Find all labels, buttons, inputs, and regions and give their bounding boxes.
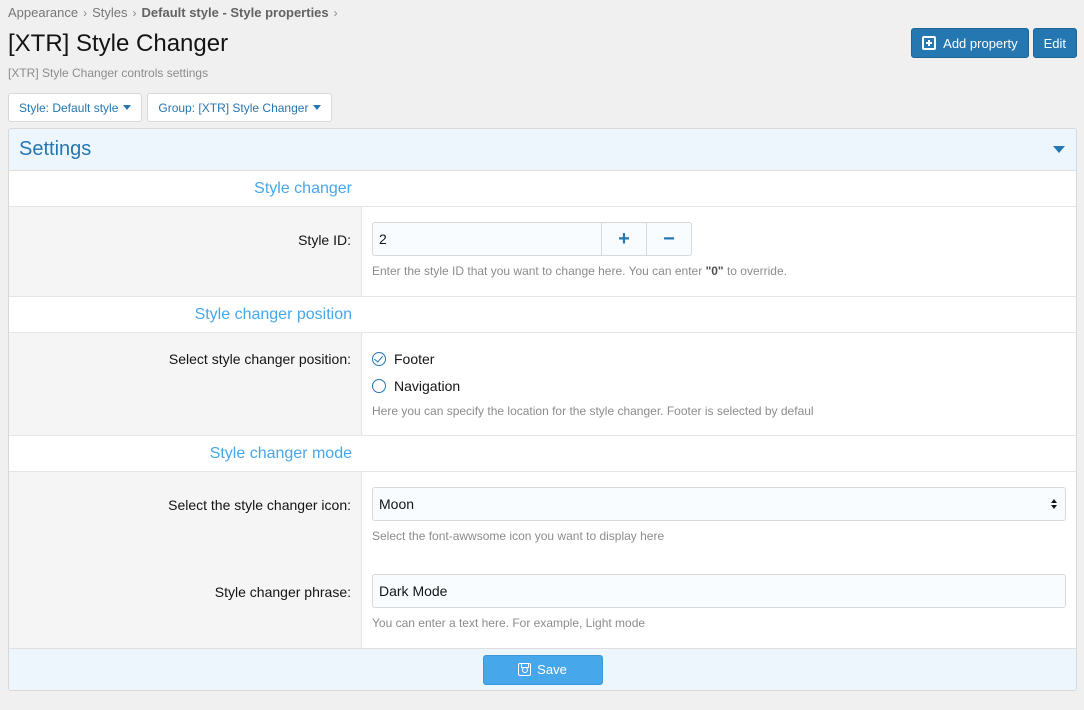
radio-footer-label: Footer <box>394 350 435 367</box>
edit-label: Edit <box>1043 35 1066 51</box>
style-id-hint-text: Enter the style ID that you want to chan… <box>372 264 706 278</box>
breadcrumb-item-style-properties[interactable]: Default style - Style properties <box>142 5 329 20</box>
style-id-input[interactable]: 2 <box>373 223 601 255</box>
icon-select[interactable]: Moon <box>372 487 1066 521</box>
settings-block: Settings Style changer Style ID: 2 + − E… <box>8 128 1077 691</box>
caret-down-icon <box>313 105 322 110</box>
settings-header[interactable]: Settings <box>9 129 1076 171</box>
icon-select-value: Moon <box>379 496 415 512</box>
phrase-input[interactable]: Dark Mode <box>372 574 1066 608</box>
style-filter-dropdown[interactable]: Style: Default style <box>8 93 143 122</box>
decrement-button[interactable]: − <box>646 223 691 255</box>
breadcrumb-item-appearance[interactable]: Appearance <box>8 5 78 20</box>
style-id-label: Style ID: <box>9 207 362 296</box>
settings-title: Settings <box>19 138 92 160</box>
section-heading-row: Style changer mode <box>9 436 1076 472</box>
add-property-button[interactable]: Add property <box>911 28 1029 58</box>
increment-button[interactable]: + <box>601 223 646 255</box>
style-id-hint: Enter the style ID that you want to chan… <box>372 264 1066 278</box>
section-heading-style-changer: Style changer <box>9 171 362 206</box>
group-filter-label: Group: [XTR] Style Changer <box>158 100 309 115</box>
collapse-caret-icon[interactable] <box>1053 146 1065 153</box>
style-filter-label: Style: Default style <box>19 100 119 115</box>
page-description: [XTR] Style Changer controls settings <box>8 66 209 80</box>
section-heading-row: Style changer <box>9 171 1076 207</box>
icon-select-label: Select the style changer icon: <box>168 497 351 513</box>
breadcrumb-item-styles[interactable]: Styles <box>92 5 127 20</box>
radio-checked-icon <box>372 351 386 366</box>
section-heading-row: Style changer position <box>9 297 1076 333</box>
header-actions: Add property Edit <box>911 28 1077 58</box>
position-label: Select style changer position: <box>9 333 362 435</box>
position-hint: Here you can specify the location for th… <box>372 404 814 418</box>
add-property-label: Add property <box>943 35 1018 51</box>
radio-unchecked-icon <box>372 378 386 393</box>
radio-navigation-label: Navigation <box>394 377 461 394</box>
breadcrumb-separator: › <box>83 5 88 20</box>
plus-square-icon <box>922 36 937 50</box>
style-id-row: Style ID: 2 + − Enter the style ID that … <box>9 207 1076 297</box>
form-submit-row: Save <box>9 648 1076 690</box>
section-heading-mode: Style changer mode <box>9 436 362 471</box>
breadcrumb-separator: › <box>333 5 338 20</box>
breadcrumb: Appearance › Styles › Default style - St… <box>8 5 338 20</box>
mode-rows: Select the style changer icon: Style cha… <box>9 472 1076 650</box>
position-row: Select style changer position: Footer Na… <box>9 333 1076 436</box>
style-id-stepper: 2 + − <box>372 222 692 256</box>
save-icon <box>518 663 532 676</box>
icon-select-hint: Select the font-awwsome icon you want to… <box>372 529 665 543</box>
page-title: [XTR] Style Changer <box>8 30 229 57</box>
save-label: Save <box>537 662 567 677</box>
style-id-hint-bold: "0" <box>705 264 724 278</box>
style-id-hint-tail: to override. <box>723 264 787 278</box>
phrase-input-value: Dark Mode <box>379 583 448 599</box>
radio-footer[interactable]: Footer <box>372 345 1066 372</box>
caret-down-icon <box>123 105 132 110</box>
section-heading-position: Style changer position <box>9 297 362 332</box>
edit-button[interactable]: Edit <box>1032 28 1077 58</box>
filter-bar: Style: Default style Group: [XTR] Style … <box>8 93 333 122</box>
group-filter-dropdown[interactable]: Group: [XTR] Style Changer <box>147 93 333 122</box>
phrase-label: Style changer phrase: <box>214 584 351 600</box>
breadcrumb-separator: › <box>132 5 137 20</box>
select-arrows-icon <box>1051 499 1057 509</box>
radio-navigation[interactable]: Navigation <box>372 372 1066 399</box>
phrase-hint: You can enter a text here. For example, … <box>372 616 646 630</box>
save-button[interactable]: Save <box>482 654 603 685</box>
